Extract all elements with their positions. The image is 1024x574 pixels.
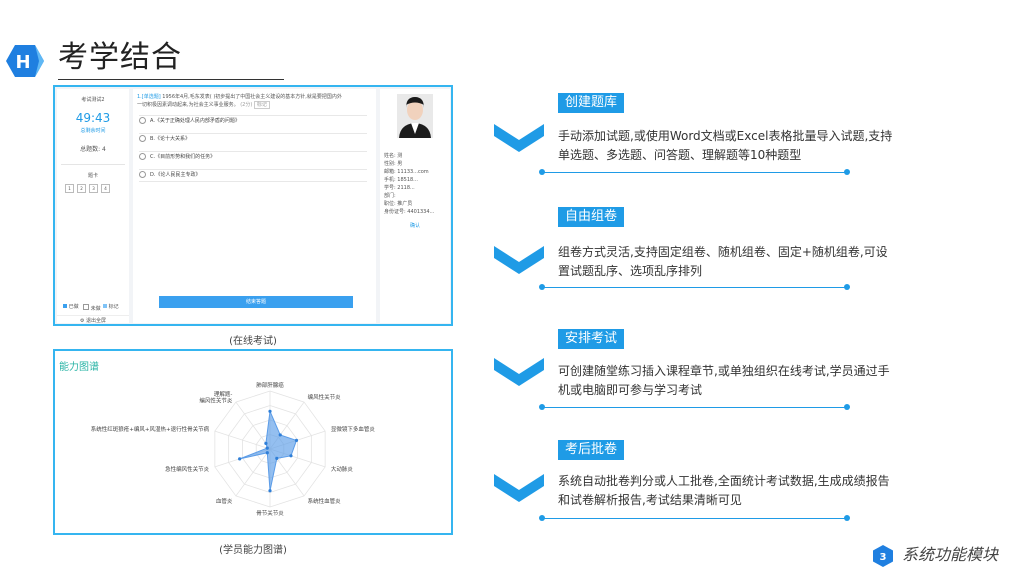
option-a[interactable]: A.《关于正确处理人民内部矛盾的问题》	[139, 115, 367, 127]
page-title: 考学结合	[58, 40, 182, 75]
section-2-chevron	[494, 240, 544, 280]
radio-icon	[139, 117, 146, 124]
radar-label: 血管炎	[216, 497, 233, 505]
section-4-chevron	[494, 468, 544, 508]
question-number-button[interactable]: 2	[77, 184, 86, 193]
radar-point	[265, 451, 269, 455]
radar-point	[268, 489, 272, 493]
exam-timer: 49:43	[75, 111, 111, 125]
footer-title: 系统功能模块	[902, 545, 999, 564]
section-1-title: 创建题库	[558, 93, 625, 113]
option-c[interactable]: C.《目前形势和我们的任务》	[139, 151, 367, 163]
total-questions: 总题数: 4	[80, 146, 106, 153]
person-photo-icon	[397, 94, 433, 138]
radar-label: 急性编风性关节炎	[165, 465, 210, 473]
radar-label: 系统性血管炎	[308, 497, 342, 505]
profile-id-number: 身份证号: 4401334...	[384, 209, 435, 215]
question-stem-cont: 一切积极因素调动起来,为社会主义事业服务。 (2分) 标记	[137, 101, 270, 109]
section-1-text: 手动添加试题,或使用Word文档或Excel表格批量导入试题,支持 单选题、多选题…	[558, 129, 893, 162]
legend-undone: 未做	[83, 304, 101, 312]
section-2-dot-right	[844, 284, 850, 290]
answer-card-label: 题卡	[87, 173, 98, 179]
radar-label: 肺部肝腺癌	[256, 381, 284, 389]
radar-point	[294, 438, 299, 442]
radio-icon	[139, 153, 146, 160]
question-number-button[interactable]: 4	[101, 184, 110, 193]
radar-label: 大动脉炎	[331, 465, 354, 473]
option-d[interactable]: D.《论人民民主专政》	[139, 169, 367, 182]
logo-hex-icon: H	[6, 45, 44, 77]
option-b[interactable]: B.《论十大关系》	[139, 133, 367, 145]
avatar	[397, 94, 433, 138]
exam-screenshot: 考试测试2 49:43 总剩余时间 总题数: 4 题卡 1 2 3 4 已做 未…	[53, 85, 453, 326]
legend-done: 已做	[63, 304, 79, 310]
section-2-text: 组卷方式灵活,支持固定组卷、随机组卷、固定+随机组卷,可设 置试题乱序、选项乱序排…	[558, 245, 888, 278]
svg-text:3: 3	[880, 552, 887, 563]
profile-position: 职位: 推广员	[384, 201, 413, 207]
exit-fullscreen-button[interactable]: ⚙ 退出全屏	[57, 315, 129, 324]
radar-chart: 肺部肝腺癌编风性关节炎显微镜下多血管炎大动脉炎系统性血管炎骨节关节炎 血管炎 急性编…	[91, 381, 376, 517]
time-remaining-label: 总剩余时间	[80, 128, 106, 134]
radar-point	[238, 457, 242, 461]
exam-caption: (在线考试)	[229, 336, 277, 347]
radar-caption: (学员能力图谱)	[219, 545, 287, 556]
ability-radar-panel: 能力图谱 肺部肝腺癌 编风性关节炎 显微镜下多血管炎 大动脉炎 系统性血管炎 骨节关节炎血…	[53, 349, 453, 535]
question-number-button[interactable]: 3	[89, 184, 98, 193]
chevron-down-icon	[494, 124, 544, 152]
radar-point	[278, 433, 282, 437]
profile-department: 部门:	[384, 193, 396, 199]
section-3-title: 安排考试	[558, 329, 625, 349]
section-2-title: 自由组卷	[558, 207, 625, 227]
profile-confirm-link[interactable]: 确认	[380, 223, 450, 229]
section-4-title: 考后批卷	[558, 440, 625, 460]
divider	[61, 164, 125, 165]
section-3-text: 可创建随堂练习插入课程章节,或单独组织在线考试,学员通过手 机或电脑即可参与学习考…	[558, 364, 890, 397]
radar-label: 编风性关节炎	[308, 393, 342, 401]
radio-icon	[139, 171, 146, 178]
radar-point	[264, 441, 268, 445]
section-3-dot-right	[844, 404, 850, 410]
question-number-button[interactable]: 1	[65, 184, 74, 193]
profile-gender: 性别: 男	[384, 161, 403, 167]
section-4-text: 系统自动批卷判分或人工批卷,全面统计考试数据,生成成绩报告 和试卷解析报告,考试结…	[558, 474, 890, 507]
section-4-line	[542, 518, 847, 519]
legend-marked: 标记	[103, 304, 119, 310]
profile-name: 姓名: 测	[384, 153, 403, 159]
radar-axis	[235, 401, 271, 450]
radar-point	[275, 456, 279, 460]
radar-point	[265, 446, 269, 450]
radar-label: 骨节关节炎	[256, 509, 284, 517]
radio-icon	[139, 135, 146, 142]
section-4-dot-right	[844, 515, 850, 521]
radar-point	[268, 409, 272, 413]
section-1-dot-right	[844, 169, 850, 175]
section-1-line	[542, 172, 847, 173]
page-number-hex-icon: 3	[873, 545, 893, 567]
exam-title: 考试测试2	[81, 97, 105, 103]
question-panel: 1.[单选题] 1956年4月,毛东发表( )初步提出了中国社会主义建设的基本方…	[133, 89, 376, 323]
section-2-line	[542, 287, 847, 288]
section-1-chevron	[494, 118, 544, 158]
radar-point	[289, 454, 293, 458]
radar-label: 理解题-编风性关节炎	[199, 390, 233, 405]
profile-panel: 姓名: 测 性别: 男 邮箱: 11133...com 手机: 18518...…	[380, 89, 450, 323]
chevron-down-icon	[494, 246, 544, 274]
title-underline	[58, 79, 284, 80]
radar-label: 系统性红斑狼疮+编风+风湿热+退行性骨关节病	[91, 425, 210, 433]
chevron-down-icon	[494, 358, 544, 386]
mark-button[interactable]: 标记	[253, 101, 270, 109]
section-3-line	[542, 407, 847, 408]
exam-sidebar: 考试测试2 49:43 总剩余时间 总题数: 4 题卡 1 2 3 4 已做 未…	[57, 89, 129, 324]
radar-label: 显微镜下多血管炎	[331, 425, 376, 433]
submit-exam-button[interactable]: 结束答题	[159, 296, 353, 308]
profile-student-id: 学号: 2118...	[384, 185, 415, 191]
profile-phone: 手机: 18518...	[384, 177, 418, 183]
svg-text:H: H	[15, 52, 30, 73]
chevron-down-icon	[494, 474, 544, 502]
profile-email: 邮箱: 11133...com	[384, 169, 429, 175]
question-stem: 1.[单选题] 1956年4月,毛东发表( )初步提出了中国社会主义建设的基本方…	[137, 94, 342, 100]
section-3-chevron	[494, 352, 544, 392]
